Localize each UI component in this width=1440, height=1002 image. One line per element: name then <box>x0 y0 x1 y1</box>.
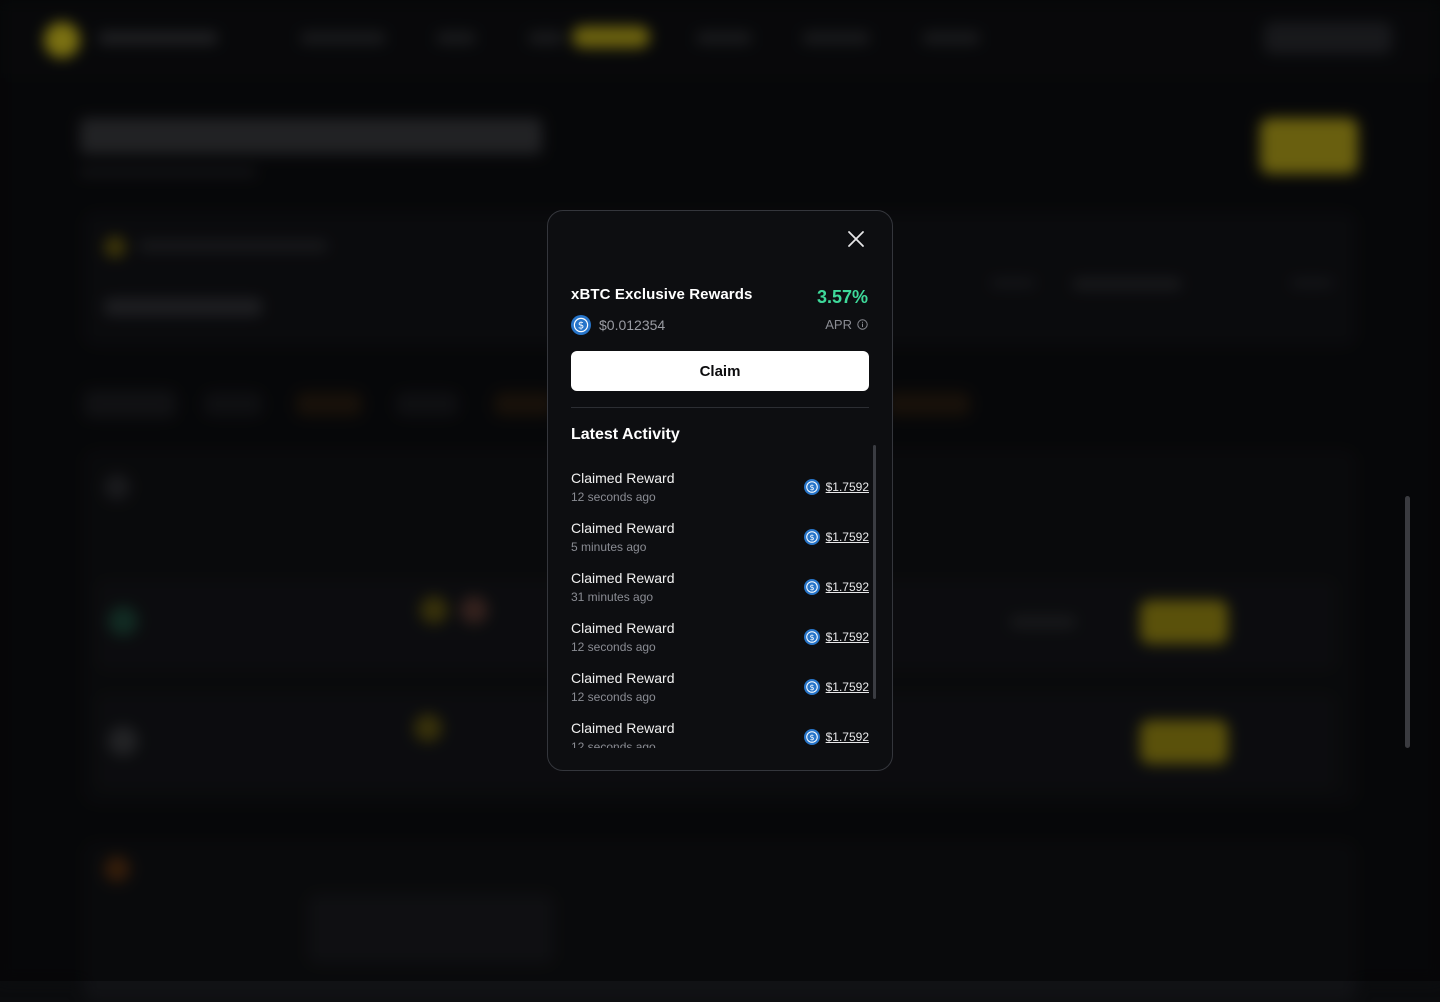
svg-text:$: $ <box>578 321 584 332</box>
apr-label: APR <box>825 317 852 332</box>
activity-title: Claimed Reward <box>571 720 675 736</box>
svg-text:$: $ <box>809 633 814 642</box>
usdc-icon: $ <box>803 529 820 545</box>
usdc-icon: $ <box>803 679 820 695</box>
apr-value: 3.57% <box>816 287 868 307</box>
amount-link[interactable]: $1.7592 <box>826 730 869 744</box>
amount-link[interactable]: $1.7592 <box>826 530 869 544</box>
amount-link[interactable]: $1.7592 <box>826 680 869 694</box>
activity-scrollbar[interactable] <box>873 445 876 699</box>
activity-amount: $ $1.7592 <box>803 579 869 595</box>
activity-time: 5 minutes ago <box>571 540 647 554</box>
rewards-title: xBTC Exclusive Rewards <box>571 286 753 303</box>
activity-title: Claimed Reward <box>571 470 675 486</box>
apr-label-group: APR <box>825 317 868 332</box>
close-icon[interactable] <box>847 230 865 248</box>
activity-amount: $ $1.7592 <box>803 629 869 645</box>
svg-text:$: $ <box>809 583 814 592</box>
usdc-icon: $ <box>803 629 820 645</box>
claimable-reward: $ $0.012354 <box>571 315 665 335</box>
latest-activity-title: Latest Activity <box>571 426 680 443</box>
list-item: Claimed Reward 5 minutes ago $ $1.7592 <box>571 518 869 568</box>
list-item: Claimed Reward 12 seconds ago $ $1.7592 <box>571 668 869 718</box>
activity-time: 12 seconds ago <box>571 490 656 504</box>
claim-button[interactable]: Claim <box>571 351 869 391</box>
svg-text:$: $ <box>809 733 814 742</box>
list-item: Claimed Reward 12 seconds ago $ $1.7592 <box>571 468 869 518</box>
page-scrollbar[interactable] <box>1405 496 1410 748</box>
list-item: Claimed Reward 12 seconds ago $ $1.7592 <box>571 718 869 748</box>
activity-amount: $ $1.7592 <box>803 479 869 495</box>
info-icon[interactable] <box>857 319 868 330</box>
activity-amount: $ $1.7592 <box>803 529 869 545</box>
amount-link[interactable]: $1.7592 <box>826 630 869 644</box>
list-item: Claimed Reward 31 minutes ago $ $1.7592 <box>571 568 869 618</box>
usdc-icon: $ <box>803 479 820 495</box>
svg-text:$: $ <box>809 683 814 692</box>
list-item: Claimed Reward 12 seconds ago $ $1.7592 <box>571 618 869 668</box>
usdc-icon: $ <box>571 315 591 335</box>
amount-link[interactable]: $1.7592 <box>826 580 869 594</box>
activity-title: Claimed Reward <box>571 620 675 636</box>
activity-title: Claimed Reward <box>571 520 675 536</box>
activity-time: 31 minutes ago <box>571 590 654 604</box>
reward-value: $0.012354 <box>599 317 666 333</box>
activity-title: Claimed Reward <box>571 570 675 586</box>
close-button[interactable] <box>844 227 868 251</box>
usdc-icon: $ <box>803 579 820 595</box>
activity-time: 12 seconds ago <box>571 740 656 748</box>
activity-amount: $ $1.7592 <box>803 729 869 745</box>
activity-title: Claimed Reward <box>571 670 675 686</box>
rewards-modal: xBTC Exclusive Rewards 3.57% $ $0.012354… <box>547 210 893 771</box>
divider <box>571 407 869 408</box>
amount-link[interactable]: $1.7592 <box>826 480 869 494</box>
activity-time: 12 seconds ago <box>571 690 656 704</box>
activity-list[interactable]: Claimed Reward 12 seconds ago $ $1.7592 … <box>571 468 869 748</box>
activity-time: 12 seconds ago <box>571 640 656 654</box>
activity-amount: $ $1.7592 <box>803 679 869 695</box>
svg-text:$: $ <box>809 533 814 542</box>
svg-text:$: $ <box>809 483 814 492</box>
usdc-icon: $ <box>803 729 820 745</box>
